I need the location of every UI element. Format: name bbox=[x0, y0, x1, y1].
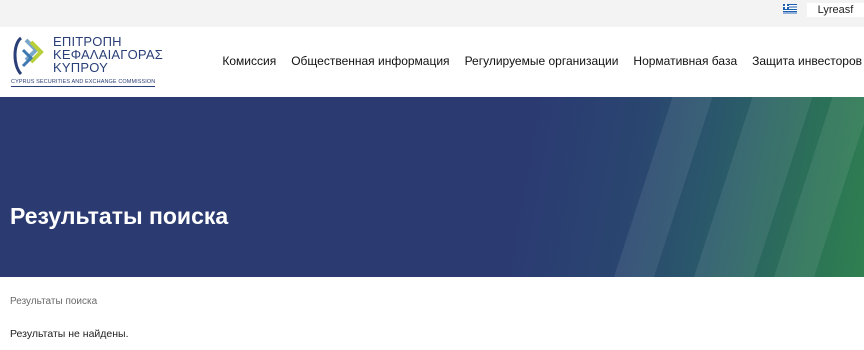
logo-wordmark: ΕΠΙΤΡΟΠΗ ΚΕΦΑΛΑΙΑΓΟΡΑΣ ΚΥΠΡΟΥ bbox=[53, 35, 163, 74]
hero-banner: Результаты поиска bbox=[0, 97, 864, 277]
nav-item-public-information[interactable]: Общественная информация bbox=[291, 54, 449, 68]
top-bar: Lyreasf bbox=[0, 0, 864, 27]
nav-item-investor-protection[interactable]: Защита инвесторов bbox=[752, 54, 862, 68]
nav-item-legal-framework[interactable]: Нормативная база bbox=[633, 54, 737, 68]
no-results-message: Результаты не найдены. bbox=[10, 328, 129, 340]
nav-item-commission[interactable]: Комиссия bbox=[222, 54, 276, 68]
user-account-link[interactable]: Lyreasf bbox=[807, 3, 864, 17]
main-navigation: Комиссия Общественная информация Регулир… bbox=[207, 54, 862, 68]
hero-decoration bbox=[601, 97, 719, 277]
greek-flag-icon[interactable] bbox=[783, 4, 797, 14]
nav-item-regulated-entities[interactable]: Регулируемые организации bbox=[465, 54, 619, 68]
logo-subtitle: CYPRUS SECURITIES AND EXCHANGE COMMISSIO… bbox=[11, 79, 156, 87]
logo-chevrons-icon bbox=[13, 36, 44, 76]
breadcrumb: Результаты поиска bbox=[10, 296, 98, 307]
logo-line-3: ΚΥΠΡΟΥ bbox=[53, 60, 108, 75]
page-title: Результаты поиска bbox=[10, 203, 229, 229]
site-logo[interactable]: ΕΠΙΤΡΟΠΗ ΚΕΦΑΛΑΙΑΓΟΡΑΣ ΚΥΠΡΟΥ CYPRUS SEC… bbox=[11, 35, 163, 87]
